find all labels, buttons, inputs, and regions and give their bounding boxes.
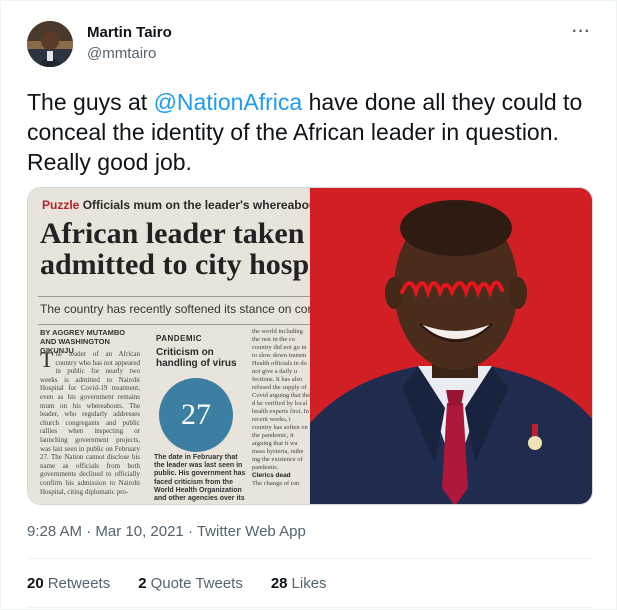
retweets-stat[interactable]: 20 Retweets: [27, 575, 110, 592]
likes-label: Likes: [291, 575, 327, 592]
meta-separator: ·: [183, 523, 197, 540]
author-handle[interactable]: @mmtairo: [87, 45, 156, 62]
clipping-column-1-text: he leader of an African country who has …: [40, 350, 140, 496]
newspaper-clipping[interactable]: Puzzle Officials mum on the leader's whe…: [28, 188, 310, 504]
tweet-meta: 9:28 AM · Mar 10, 2021 · Twitter Web App: [27, 523, 306, 540]
avatar-image: [27, 21, 73, 67]
clipping-headline-line1: African leader taken i: [40, 217, 310, 250]
likes-stat[interactable]: 28 Likes: [271, 575, 327, 592]
tweet-text-before: The guys at: [27, 89, 154, 115]
divider: [27, 607, 593, 608]
clipping-pandemic-label: PANDEMIC: [156, 334, 203, 343]
clipping-column-3: the world including the rest in the co c…: [252, 328, 310, 504]
clipping-kicker-text: Officials mum on the leader's whereabout: [82, 198, 310, 212]
quote-tweets-label: Quote Tweets: [150, 575, 243, 592]
tweet-card: Martin Tairo @mmtairo ··· The guys at @N…: [0, 0, 617, 610]
clipping-column-2: The date in February that the leader was…: [154, 454, 246, 503]
clipping-column-3-tail: The change of ton: [252, 480, 300, 487]
clipping-pandemic-subhead: Criticism on handling of virus: [156, 347, 237, 369]
clipping-divider: [38, 296, 310, 297]
clipping-column-1: The leader of an African country who has…: [40, 347, 140, 496]
clipping-kicker: Puzzle Officials mum on the leader's whe…: [42, 198, 310, 212]
tweet-time[interactable]: 9:28 AM: [27, 523, 82, 540]
clipping-clerics-subhead: Clerics dead: [252, 472, 291, 479]
clipping-standfirst: The country has recently softened its st…: [40, 302, 310, 316]
clipping-big-number: 27: [159, 378, 233, 452]
tweet-media[interactable]: Puzzle Officials mum on the leader's whe…: [27, 187, 593, 505]
tweet-date[interactable]: Mar 10, 2021: [95, 523, 183, 540]
clipping-puzzle-label: Puzzle: [42, 198, 80, 212]
author-name[interactable]: Martin Tairo: [87, 24, 172, 41]
tweet-text: The guys at @NationAfrica have done all …: [27, 87, 597, 177]
quote-tweets-count: 2: [138, 575, 147, 592]
tweet-source-app[interactable]: Twitter Web App: [197, 523, 306, 540]
divider: [27, 558, 593, 559]
avatar[interactable]: [27, 21, 73, 67]
clipping-headline-line2: admitted to city hospi: [40, 248, 310, 281]
more-options-icon[interactable]: ···: [572, 23, 591, 41]
clipping-headline: African leader taken i admitted to city …: [40, 218, 310, 280]
retweets-label: Retweets: [47, 575, 111, 592]
leader-portrait-image: [310, 188, 592, 504]
leader-photo[interactable]: [310, 188, 592, 504]
retweets-count: 20: [27, 575, 44, 592]
clipping-divider: [38, 324, 310, 325]
likes-count: 28: [270, 575, 288, 592]
tweet-stats: 20 Retweets 2 Quote Tweets 28 Likes: [27, 575, 327, 592]
clipping-column-3-text: the world including the rest in the co c…: [252, 328, 310, 471]
clipping-dropcap: T: [40, 347, 54, 372]
meta-separator: ·: [82, 523, 96, 540]
mention-link[interactable]: @NationAfrica: [154, 89, 303, 115]
quote-tweets-stat[interactable]: 2 Quote Tweets: [138, 575, 243, 592]
